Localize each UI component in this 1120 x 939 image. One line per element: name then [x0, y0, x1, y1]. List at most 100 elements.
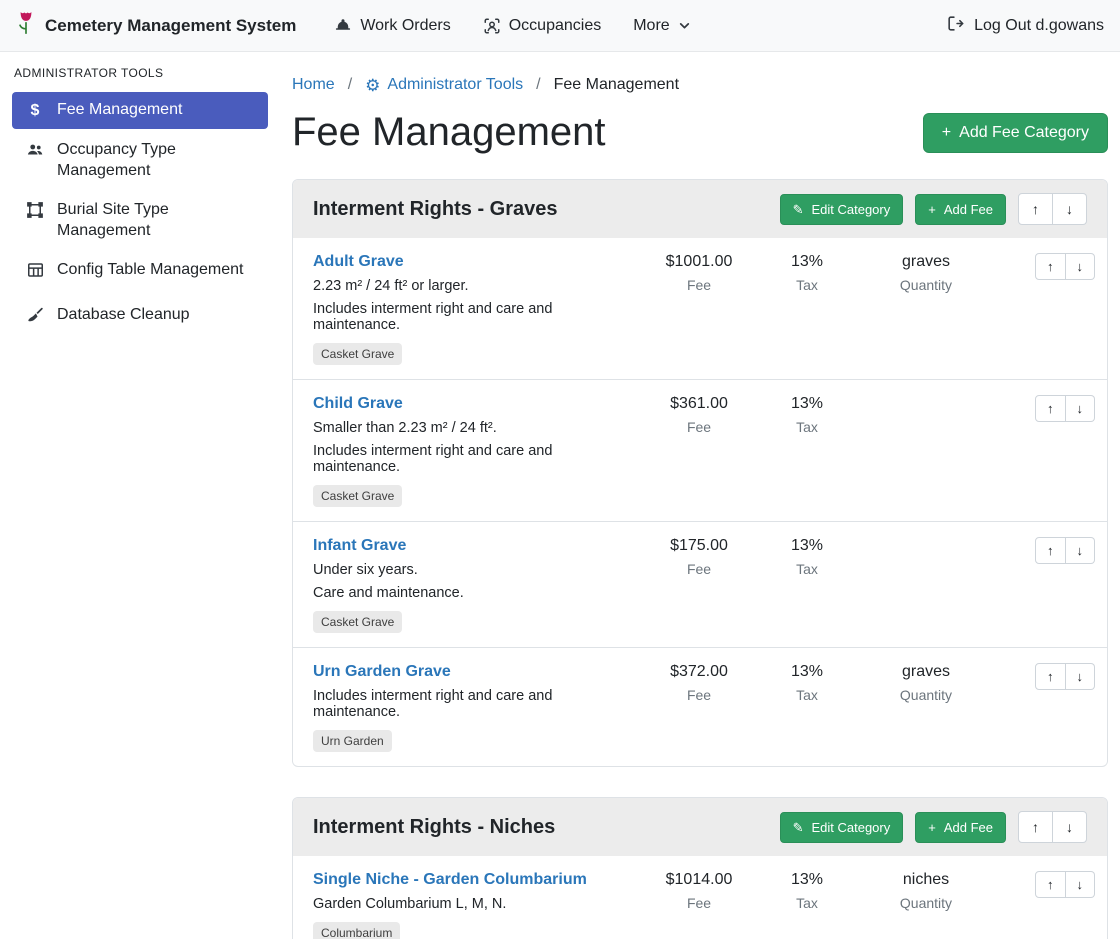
fee-type-badge: Casket Grave	[313, 343, 402, 365]
fee-tax-label: Tax	[753, 419, 861, 435]
move-fee-down-button[interactable]: ↓	[1066, 871, 1096, 898]
fee-quantity: graves	[861, 253, 991, 271]
fee-name-link[interactable]: Single Niche - Garden Columbarium	[313, 871, 587, 889]
fee-reorder-group: ↑ ↓	[1035, 395, 1095, 422]
move-fee-down-button[interactable]: ↓	[1066, 395, 1096, 422]
fee-quantity: niches	[861, 871, 991, 889]
logout-label: Log Out d.gowans	[974, 17, 1104, 35]
add-fee-button[interactable]: + Add Fee	[915, 812, 1006, 843]
broom-icon	[24, 306, 46, 330]
breadcrumb-admin-tools-label: Administrator Tools	[387, 76, 523, 94]
add-fee-label: Add Fee	[944, 202, 993, 217]
sidebar-item-config-table-management[interactable]: Config Table Management	[12, 252, 268, 293]
sidebar-item-label: Config Table Management	[57, 260, 244, 280]
fee-amount-label: Fee	[645, 895, 753, 911]
sidebar-item-fee-management[interactable]: $ Fee Management	[12, 92, 268, 129]
arrow-up-icon: ↑	[1047, 669, 1054, 684]
add-fee-category-button[interactable]: + Add Fee Category	[923, 113, 1108, 153]
arrow-down-icon: ↓	[1077, 259, 1084, 274]
breadcrumb-current: Fee Management	[554, 76, 679, 94]
fee-type-badge: Urn Garden	[313, 730, 392, 752]
arrow-up-icon: ↑	[1032, 819, 1039, 835]
nav-occupancies[interactable]: Occupancies	[483, 17, 602, 35]
top-navbar: Cemetery Management System Work Orders O…	[0, 0, 1120, 52]
arrow-down-icon: ↓	[1077, 669, 1084, 684]
sidebar-item-label: Database Cleanup	[57, 305, 190, 325]
breadcrumb-separator: /	[348, 76, 352, 94]
breadcrumb-admin-tools[interactable]: ⚙ Administrator Tools	[365, 76, 523, 94]
nav-more-label: More	[633, 17, 669, 35]
fee-description: Garden Columbarium L, M, N.	[313, 896, 637, 912]
page-title: Fee Management	[292, 110, 606, 155]
fee-name-link[interactable]: Adult Grave	[313, 253, 404, 271]
fee-quantity-label: Quantity	[861, 687, 991, 703]
chevron-down-icon	[678, 19, 691, 32]
fee-reorder-group: ↑ ↓	[1035, 871, 1095, 898]
users-icon	[24, 141, 46, 165]
move-category-down-button[interactable]: ↓	[1053, 193, 1087, 225]
dollar-icon: $	[24, 101, 46, 121]
fee-amount: $361.00	[645, 395, 753, 413]
sidebar-item-occupancy-type-management[interactable]: Occupancy Type Management	[12, 132, 268, 189]
arrow-up-icon: ↑	[1047, 401, 1054, 416]
fee-row: Single Niche - Garden Columbarium Garden…	[293, 856, 1107, 939]
fee-name-link[interactable]: Infant Grave	[313, 537, 406, 555]
nav-work-orders[interactable]: Work Orders	[334, 17, 450, 35]
move-category-up-button[interactable]: ↑	[1018, 811, 1053, 843]
app-title: Cemetery Management System	[45, 16, 296, 36]
sidebar: ADMINISTRATOR TOOLS $ Fee Management Occ…	[0, 52, 280, 939]
category-title: Interment Rights - Graves	[313, 198, 558, 221]
edit-category-label: Edit Category	[811, 202, 890, 217]
move-fee-up-button[interactable]: ↑	[1035, 663, 1066, 690]
fee-tax: 13%	[753, 537, 861, 555]
arrow-down-icon: ↓	[1077, 877, 1084, 892]
nav-more[interactable]: More	[633, 17, 690, 35]
fee-reorder-group: ↑ ↓	[1035, 663, 1095, 690]
sidebar-heading: ADMINISTRATOR TOOLS	[0, 66, 280, 80]
move-fee-down-button[interactable]: ↓	[1066, 663, 1096, 690]
fee-description: Includes interment right and care and ma…	[313, 443, 637, 475]
fee-description: Includes interment right and care and ma…	[313, 688, 637, 720]
add-fee-button[interactable]: + Add Fee	[915, 194, 1006, 225]
fee-description: Care and maintenance.	[313, 585, 637, 601]
sidebar-item-burial-site-type-management[interactable]: Burial Site Type Management	[12, 192, 268, 249]
move-fee-up-button[interactable]: ↑	[1035, 253, 1066, 280]
fee-quantity-label: Quantity	[861, 277, 991, 293]
move-fee-up-button[interactable]: ↑	[1035, 537, 1066, 564]
edit-category-button[interactable]: ✎ Edit Category	[780, 812, 904, 843]
add-fee-label: Add Fee	[944, 820, 993, 835]
app-brand[interactable]: Cemetery Management System	[16, 10, 296, 41]
move-category-up-button[interactable]: ↑	[1018, 193, 1053, 225]
fee-reorder-group: ↑ ↓	[1035, 253, 1095, 280]
gear-icon: ⚙	[365, 77, 380, 94]
move-fee-up-button[interactable]: ↑	[1035, 871, 1066, 898]
fee-amount-label: Fee	[645, 419, 753, 435]
move-fee-up-button[interactable]: ↑	[1035, 395, 1066, 422]
logout-button[interactable]: Log Out d.gowans	[946, 14, 1104, 38]
fee-tax: 13%	[753, 663, 861, 681]
fee-description: 2.23 m² / 24 ft² or larger.	[313, 278, 637, 294]
fee-amount: $175.00	[645, 537, 753, 555]
breadcrumb-home[interactable]: Home	[292, 76, 335, 94]
move-category-down-button[interactable]: ↓	[1053, 811, 1087, 843]
fee-tax-label: Tax	[753, 895, 861, 911]
fee-name-link[interactable]: Child Grave	[313, 395, 403, 413]
arrow-down-icon: ↓	[1077, 401, 1084, 416]
move-fee-down-button[interactable]: ↓	[1066, 253, 1096, 280]
add-fee-category-label: Add Fee Category	[959, 124, 1089, 142]
plus-icon: +	[928, 821, 936, 834]
sidebar-item-database-cleanup[interactable]: Database Cleanup	[12, 297, 268, 338]
arrow-up-icon: ↑	[1047, 259, 1054, 274]
fee-amount-label: Fee	[645, 277, 753, 293]
fee-amount-label: Fee	[645, 561, 753, 577]
fee-reorder-group: ↑ ↓	[1035, 537, 1095, 564]
edit-category-button[interactable]: ✎ Edit Category	[780, 194, 904, 225]
arrow-down-icon: ↓	[1066, 819, 1073, 835]
breadcrumb-separator: /	[536, 76, 540, 94]
hard-hat-icon	[334, 17, 352, 35]
fee-quantity-label: Quantity	[861, 895, 991, 911]
flower-logo-icon	[16, 10, 36, 41]
fee-name-link[interactable]: Urn Garden Grave	[313, 663, 451, 681]
move-fee-down-button[interactable]: ↓	[1066, 537, 1096, 564]
plus-icon: +	[928, 203, 936, 216]
